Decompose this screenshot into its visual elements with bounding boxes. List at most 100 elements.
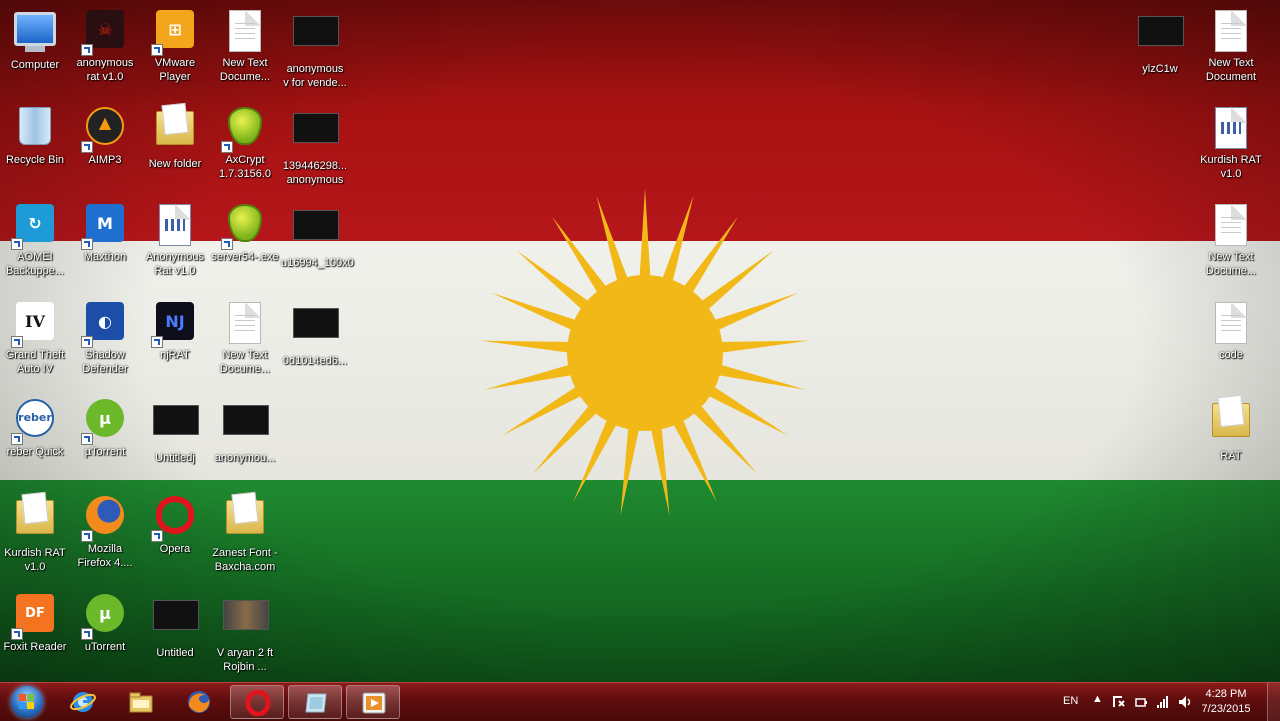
desktop-icon[interactable]: Anonymous Rat v1.0 [139,200,211,278]
volume-icon[interactable] [1178,695,1194,709]
desktop-icon[interactable]: V aryan 2 ft Rojbin ... [209,590,281,674]
desktop-icon[interactable]: code [1195,298,1267,362]
shortcut-arrow-icon [11,433,23,445]
desktop-icon[interactable]: 0d1014ed6... [279,298,351,368]
desktop-icon[interactable]: µ µTorrent [69,395,141,459]
taskbar-opera-button[interactable] [230,685,284,719]
desktop-icon[interactable]: Opera [139,492,211,556]
start-button[interactable] [4,684,50,720]
image-thumbnail-icon-part [293,308,339,338]
desktop-icon[interactable]: 139446298... anonymous [279,103,351,187]
anonymous-rat-icon-part: ☠ [97,20,113,39]
desktop-icon[interactable]: Untitled [139,590,211,660]
desktop-icon[interactable]: ylzC1w [1124,6,1196,76]
gta-icon-part: IV [16,302,54,340]
text-document-icon-part [235,315,255,335]
desktop-icon[interactable]: Kurdish RAT v1.0 [1195,103,1267,181]
system-clock[interactable]: 4:28 PM 7/23/2015 [1196,687,1256,717]
shadow-defender-icon: ◐ [81,302,127,348]
desktop-icon-label: Kurdish RAT v1.0 [1200,154,1262,180]
desktop-icon[interactable]: Zanest Font - Baxcha.com [209,492,281,574]
utorrent-icon-part: µ [99,604,111,623]
desktop-icon[interactable]: Computer [0,6,71,72]
taskbar-explorer-button[interactable] [114,685,168,719]
desktop-icon[interactable]: ◐ Shadow Defender [69,298,141,376]
power-icon[interactable] [1134,695,1148,709]
sun-ray [714,340,810,354]
language-indicator[interactable]: EN [1063,695,1078,707]
flag-sun-emblem [480,188,810,517]
desktop-icon[interactable]: New Text Docume... [1195,200,1267,278]
internet-explorer-icon [70,692,96,712]
shortcut-arrow-icon [11,238,23,250]
show-desktop-button[interactable] [1267,683,1280,721]
image-thumbnail-icon-part [293,16,339,46]
axcrypt-icon [221,107,267,153]
taskbar-ie-button[interactable] [56,685,110,719]
application-icon-part [165,219,185,231]
reber-icon-part: reber [18,411,52,424]
text-document-icon [1209,302,1253,346]
sun-ray [596,195,630,289]
taskbar-media-button[interactable] [346,685,400,719]
computer-icon [13,12,57,56]
desktop-icon[interactable]: µ uTorrent [69,590,141,654]
desktop-icon-label: 0d1014ed6... [282,355,348,367]
desktop-icon[interactable]: ↻ AOMEI Backuppe... [0,200,71,278]
desktop-icon[interactable]: New folder [139,103,211,171]
desktop-icon-label: Mozilla Firefox 4.... [77,543,133,569]
folder-icon-part [16,500,54,534]
desktop-icon[interactable]: M Maxthon [69,200,141,264]
desktop-icon[interactable]: anonymou... [209,395,281,465]
desktop-icon-label: RAT [1220,450,1242,462]
taskbar-window-button[interactable] [288,685,342,719]
desktop-icon[interactable]: Recycle Bin [0,103,71,167]
njrat-icon-part: NJ [156,302,194,340]
sun-ray [711,362,806,390]
desktop-icon-label: Shadow Defender [82,349,128,375]
desktop-icon[interactable]: reber reber Quick [0,395,71,459]
firefox-icon [188,691,210,713]
text-document-icon [223,302,267,346]
sun-ray [620,421,641,517]
desktop-icon[interactable]: RAT [1195,395,1267,463]
desktop-icon[interactable]: NJ njRAT [139,298,211,362]
desktop-icon[interactable]: anonymous v for vende... [279,6,351,90]
desktop-icon[interactable]: ⊞ VMware Player [139,6,211,84]
desktop-icon-label: AOMEI Backuppe... [5,251,65,277]
desktop-icon[interactable]: ▲ AIMP3 [69,103,141,167]
application-icon-part [159,204,191,246]
maxthon-icon-part: M [86,204,124,242]
desktop-icon-label: anonymou... [214,452,276,464]
desktop: Computer ☠ anonymous rat v1.0 ⊞ VMware Playe… [0,0,1280,682]
action-center-icon[interactable] [1112,695,1126,709]
taskbar-firefox-button[interactable] [172,685,226,719]
desktop-icon[interactable]: u16994_100x0 [279,200,354,270]
folder-icon [153,111,197,155]
image-thumbnail-icon [153,600,199,644]
desktop-icon-label: Recycle Bin [5,154,65,166]
vmware-icon-part: ⊞ [156,10,194,48]
desktop-icon[interactable]: New Text Docume... [209,6,281,84]
network-icon[interactable] [1156,695,1170,709]
desktop-icon[interactable]: ☠ anonymous rat v1.0 [69,6,141,84]
desktop-icon[interactable]: Kurdish RAT v1.0 [0,492,71,574]
desktop-icon[interactable]: New Text Document [1195,6,1267,84]
windows-logo-icon [19,694,35,710]
image-thumbnail-icon [1138,16,1184,60]
desktop-icon[interactable]: IV Grand Theft Auto IV [0,298,71,376]
shortcut-arrow-icon [81,238,93,250]
show-hidden-icons-button[interactable]: ▲ [1092,693,1103,705]
desktop-icon[interactable]: Mozilla Firefox 4.... [69,492,141,570]
desktop-icon[interactable]: server54-.exe [209,200,281,264]
image-thumbnail-icon [293,113,339,157]
maxthon-icon-part: M [97,214,113,233]
desktop-icon-label: µTorrent [84,446,126,458]
text-document-icon-part [1215,302,1247,344]
application-icon-part [1215,107,1247,149]
desktop-icon[interactable]: Untitledj [139,395,211,465]
desktop-icon[interactable]: New Text Docume... [209,298,281,376]
desktop-icon[interactable]: AxCrypt 1.7.3156.0 [209,103,281,181]
desktop-icon[interactable]: DF Foxit Reader [0,590,71,654]
sun-ray [484,362,579,390]
